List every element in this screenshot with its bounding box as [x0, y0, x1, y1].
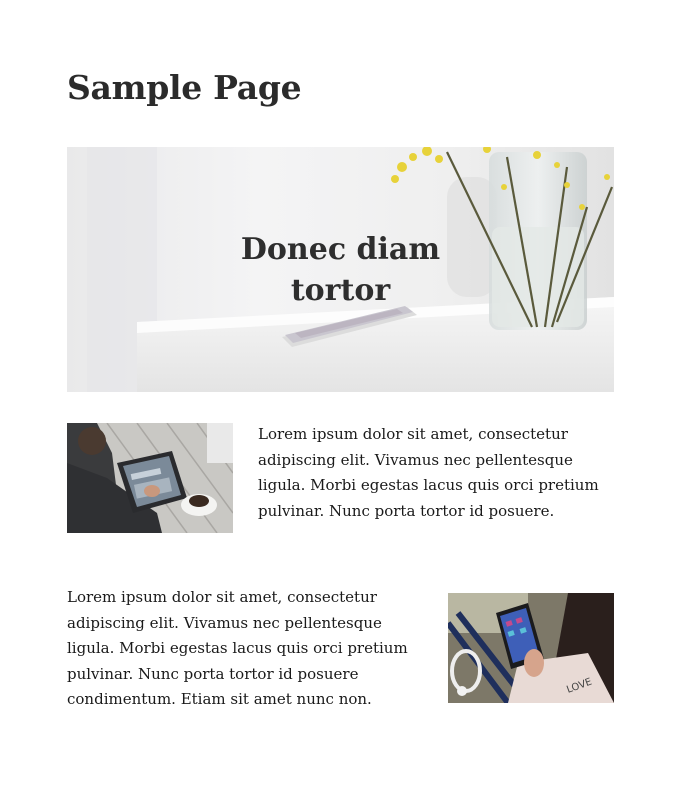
text-line: pulvinar. Nunc porta tortor id posuere.: [258, 501, 555, 520]
text-line: condimentum. Etiam sit amet nunc non.: [67, 690, 372, 709]
text-line: Lorem ipsum dolor sit amet, consectetur: [258, 425, 568, 443]
hero-cover-block: Donec diam tortor: [67, 147, 614, 392]
media-text-2: Lorem ipsum dolor sit amet, consectetur …: [67, 585, 423, 713]
text-line: adipiscing elit. Vivamus nec pellentesqu…: [258, 450, 573, 469]
text-line: ligula. Morbi egestas lacus quis orci pr…: [67, 639, 408, 658]
smartphone-photo: LOVE: [448, 593, 614, 703]
smartphone-photo-image: LOVE: [448, 593, 614, 703]
tablet-photo-image: [67, 423, 233, 533]
hero-heading-line1: Donec diam: [240, 232, 441, 267]
text-line: adipiscing elit. Vivamus nec pellentesqu…: [67, 613, 382, 632]
text-line: pulvinar. Nunc porta tortor id posuere: [67, 664, 359, 683]
hero-heading: Donec diam tortor: [217, 229, 464, 311]
text-line: ligula. Morbi egestas lacus quis orci pr…: [258, 476, 599, 495]
media-text-block-2: Lorem ipsum dolor sit amet, consectetur …: [67, 587, 614, 717]
media-text-1: Lorem ipsum dolor sit amet, consectetur …: [258, 422, 618, 524]
hero-heading-line2: tortor: [290, 273, 391, 308]
media-text-block-1: Lorem ipsum dolor sit amet, consectetur …: [67, 422, 614, 534]
tablet-photo: [67, 423, 233, 533]
text-line: Lorem ipsum dolor sit amet, consectetur: [67, 588, 377, 606]
page-title: Sample Page: [67, 68, 302, 107]
